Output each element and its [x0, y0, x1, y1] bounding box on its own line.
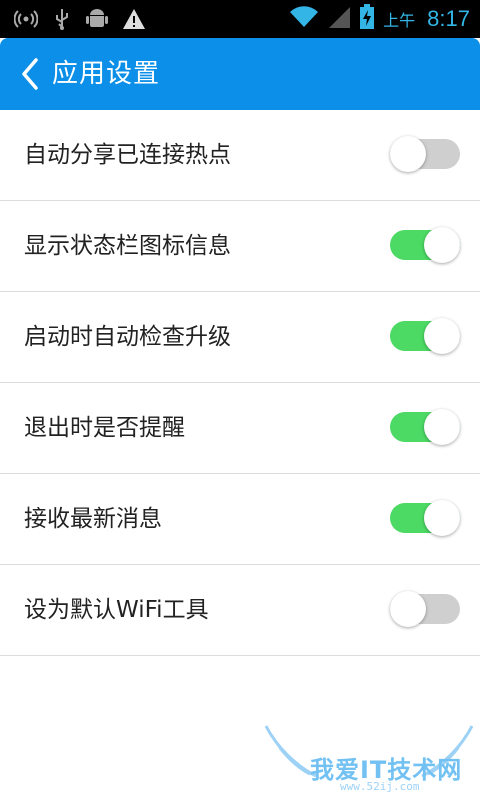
setting-row: 显示状态栏图标信息: [0, 201, 480, 292]
setting-row: 接收最新消息: [0, 474, 480, 565]
settings-list: 自动分享已连接热点 显示状态栏图标信息 启动时自动检查升级 退出时是否提醒 接收…: [0, 110, 480, 656]
toggle-knob: [390, 591, 426, 627]
status-ampm: 上午: [383, 11, 416, 30]
setting-label: 启动时自动检查升级: [24, 324, 231, 350]
warning-icon: [122, 8, 146, 30]
setting-row: 自动分享已连接热点: [0, 110, 480, 201]
signal-icon: [327, 5, 351, 33]
status-bar: 上午 8:17: [0, 0, 480, 38]
setting-label: 自动分享已连接热点: [24, 142, 231, 168]
wifi-icon: [289, 5, 319, 33]
status-notifications: [14, 6, 146, 32]
toggle-switch[interactable]: [390, 227, 460, 263]
watermark-url: www.52ij.com: [340, 780, 420, 793]
toggle-switch[interactable]: [390, 136, 460, 172]
toggle-switch[interactable]: [390, 409, 460, 445]
setting-label: 退出时是否提醒: [24, 415, 185, 441]
battery-charging-icon: [359, 4, 375, 34]
toggle-knob: [424, 318, 460, 354]
setting-row: 设为默认WiFi工具: [0, 565, 480, 656]
setting-row: 启动时自动检查升级: [0, 292, 480, 383]
toggle-switch[interactable]: [390, 591, 460, 627]
setting-label: 接收最新消息: [24, 506, 162, 532]
toggle-switch[interactable]: [390, 500, 460, 536]
toggle-knob: [424, 409, 460, 445]
watermark: 我爱IT技术网 www.52ij.com: [262, 722, 476, 800]
toggle-knob: [424, 500, 460, 536]
setting-row: 退出时是否提醒: [0, 383, 480, 474]
toggle-switch[interactable]: [390, 318, 460, 354]
setting-label: 显示状态栏图标信息: [24, 233, 231, 259]
chevron-left-icon[interactable]: [18, 56, 42, 92]
toggle-knob: [390, 136, 426, 172]
status-system: 上午 8:17: [289, 4, 470, 34]
hotspot-icon: [14, 8, 38, 30]
toggle-knob: [424, 227, 460, 263]
page-title: 应用设置: [52, 59, 161, 89]
status-time: 8:17: [427, 6, 470, 31]
android-debug-icon: [86, 7, 108, 31]
usb-icon: [52, 7, 72, 31]
app-bar: 应用设置: [0, 38, 480, 110]
setting-label: 设为默认WiFi工具: [24, 597, 209, 623]
